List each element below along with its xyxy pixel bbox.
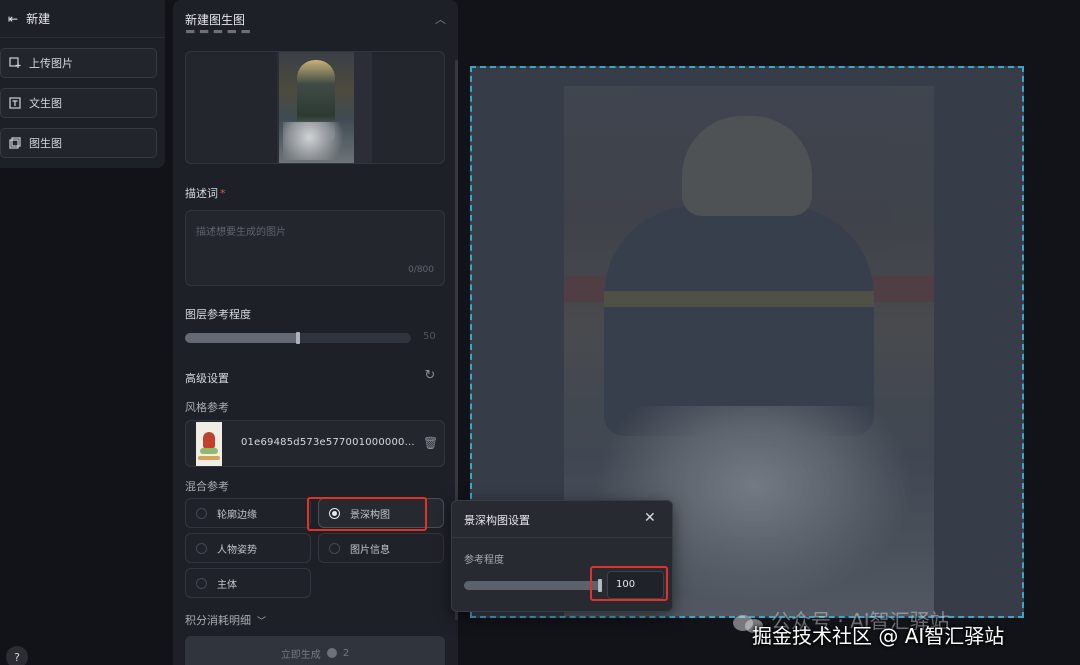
new-label: 新建 [26,12,51,26]
upload-image-label: 上传图片 [29,57,73,70]
depth-settings-popover: 景深构图设置 ✕ 参考程度 100 [451,500,673,612]
reference-image-box[interactable] [185,51,445,164]
collapse-chevron-icon[interactable]: ︿ [435,11,446,27]
radio-icon [196,507,207,519]
prompt-label-text: 描述词 [185,187,218,200]
close-icon[interactable]: ✕ [644,510,656,526]
mix-option-pose[interactable]: 人物姿势 [185,533,311,563]
mix-option-label: 人物姿势 [217,544,257,556]
radio-icon [196,577,207,589]
prompt-label: 描述词 * [185,185,226,201]
chevron-down-icon: ﹀ [257,616,267,627]
layer-ref-slider-fill [185,333,298,343]
generate-cost: 2 [342,647,350,659]
mix-option-label: 主体 [217,579,237,591]
back-arrow-icon: ⇤ [8,11,19,26]
layer-ref-label: 图层参考程度 [185,308,251,321]
ref-degree-label: 参考程度 [464,555,504,566]
cut-off-label: ▬ ▬ ▬ ▬ ▬ [185,30,251,37]
thumb-shape-3 [198,456,220,460]
image-to-image-icon [9,137,21,149]
image-to-image-label: 图生图 [29,137,62,150]
layer-ref-value: 50 [423,331,436,342]
layer-ref-slider[interactable] [185,332,411,344]
image-to-image-button[interactable]: 图生图 [0,128,157,158]
style-ref-filename: 01e69485d573e577001000000... [241,437,415,448]
advanced-label: 高级设置 [185,372,229,385]
radio-checked-icon [329,507,340,519]
style-ref-label: 风格参考 [185,401,229,414]
mix-option-depth[interactable]: 景深构图 [318,498,444,528]
style-ref-thumbnail [196,422,222,466]
text-to-image-label: 文生图 [29,97,62,110]
prompt-textarea[interactable]: 描述想要生成的图片 0/800 [185,210,445,286]
ref-degree-input[interactable]: 100 [607,571,664,599]
prompt-counter: 0/800 [408,265,434,275]
text-to-image-icon [9,97,21,109]
left-nav: ⇤ 新建 上传图片 文生图 图生图 [0,0,165,168]
image-upload-icon [9,57,21,68]
prompt-placeholder: 描述想要生成的图片 [196,227,286,238]
help-button[interactable]: ? [6,646,28,665]
popover-divider [452,537,672,538]
mix-option-contour[interactable]: 轮廓边缘 [185,498,311,528]
text-to-image-button[interactable]: 文生图 [0,88,157,118]
mix-option-label: 景深构图 [350,509,390,521]
help-icon: ? [14,650,20,664]
mix-option-label: 轮廓边缘 [217,509,257,521]
radio-icon [329,542,340,554]
mix-ref-label: 混合参考 [185,480,229,493]
refresh-icon[interactable]: ↻ [423,369,437,383]
layer-ref-slider-handle[interactable] [296,332,300,344]
form-panel: 新建图生图 ︿ ▬ ▬ ▬ ▬ ▬ 描述词 * 描述想要生成的图片 0/800 图… [173,0,458,665]
new-button[interactable]: ⇤ 新建 [0,0,165,38]
required-mark: * [220,187,226,200]
upload-image-button[interactable]: 上传图片 [0,48,157,78]
mix-option-subject[interactable]: 主体 [185,568,311,598]
cost-label: 积分消耗明细 [185,614,251,627]
style-ref-card[interactable]: 01e69485d573e577001000000... 🗑 [185,420,445,467]
thumb-shape-2 [200,448,218,454]
panel-title: 新建图生图 [185,12,246,27]
generate-button[interactable]: 立即生成 2 [185,636,445,665]
thumb-shape-1 [203,432,215,448]
generate-label: 立即生成 [280,649,321,661]
mix-option-image-info[interactable]: 图片信息 [318,533,444,563]
mix-option-label: 图片信息 [350,544,390,556]
popover-title: 景深构图设置 [464,514,530,527]
watermark-juejin: 掘金技术社区 @ AI智汇驿站 [752,624,1005,648]
cost-details-toggle[interactable]: 积分消耗明细 ﹀ [185,612,266,628]
coin-icon [326,648,337,658]
ref-degree-slider-handle[interactable] [598,579,602,592]
reference-image-thumbnail [279,52,354,163]
water-spray [283,122,349,160]
radio-icon [196,542,207,554]
ref-degree-slider[interactable] [464,581,602,590]
trash-icon[interactable]: 🗑 [423,436,438,450]
